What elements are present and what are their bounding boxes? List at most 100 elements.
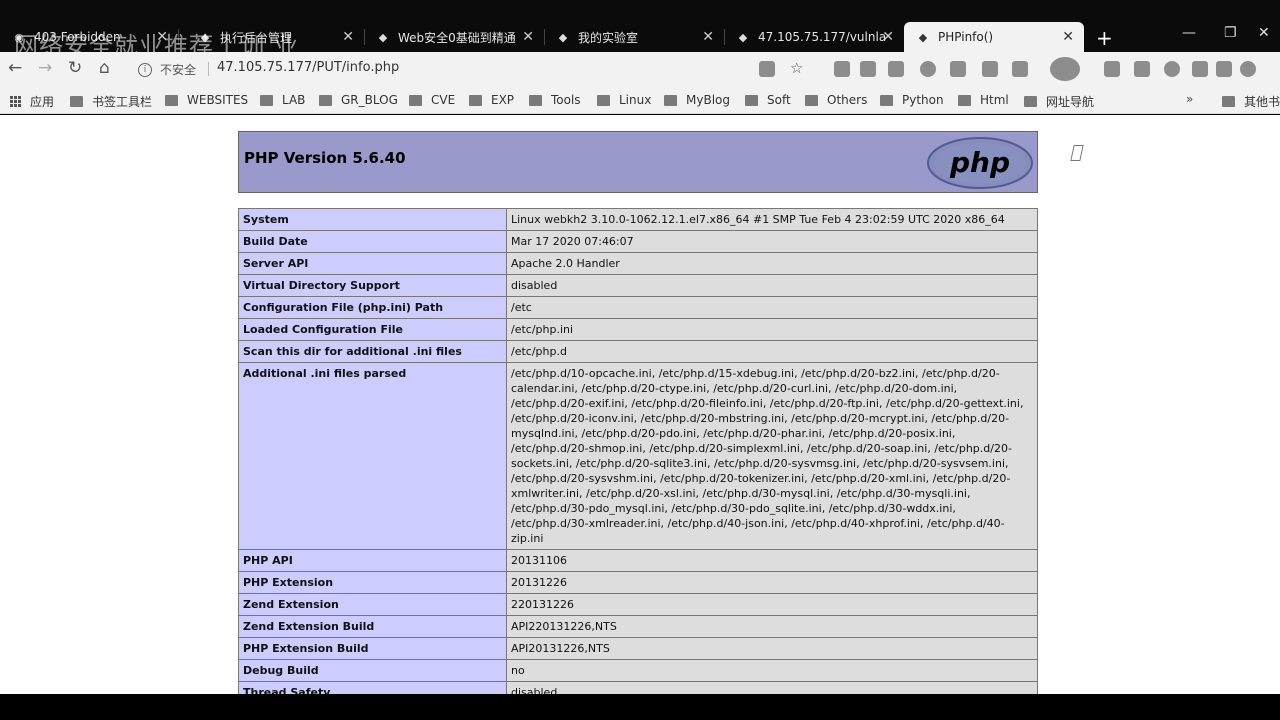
shield-icon: ◆ — [738, 30, 748, 44]
bookmark-label: MyBlog — [686, 93, 730, 107]
folder-icon — [958, 94, 971, 106]
tab-403-forbidden[interactable]: ◉ 403 Forbidden ✕ — [0, 22, 178, 52]
close-icon[interactable]: ✕ — [1062, 29, 1074, 45]
bookmark-folder[interactable]: 网址导航 — [1024, 93, 1094, 110]
table-row: System Linux webkh2 3.10.0-1062.12.1.el7.… — [238, 208, 1038, 231]
bookmark-folder[interactable]: Others — [805, 93, 867, 107]
new-tab-button[interactable]: + — [1096, 26, 1113, 50]
bookmark-folder[interactable]: Tools — [529, 93, 581, 107]
bookmark-label: WEBSITES — [187, 93, 249, 107]
close-icon[interactable]: ✕ — [882, 29, 894, 45]
config-key: Zend Extension — [238, 593, 507, 616]
extension-icon[interactable] — [888, 61, 904, 77]
bookmark-label: 其他书签 — [1244, 95, 1280, 109]
config-key: System — [238, 208, 507, 231]
reload-button[interactable]: ↻ — [68, 58, 82, 78]
table-row: Build Date Mar 17 2020 07:46:07 — [238, 230, 1038, 253]
bookmark-label: 应用 — [30, 95, 55, 109]
tab-title: 我的实验室 — [578, 30, 639, 45]
bookmark-folder[interactable]: Python — [880, 93, 944, 107]
bookmark-apps[interactable]: 应用 — [10, 93, 54, 110]
table-row: Thread Safety disabled — [238, 681, 1038, 694]
extension-icon[interactable] — [1164, 61, 1180, 77]
config-key: Server API — [238, 252, 507, 275]
config-value: /etc/php.ini — [506, 318, 1038, 341]
translate-icon[interactable] — [759, 61, 775, 77]
page-content: PHP Version 5.6.40 php System Linux webkh… — [0, 115, 1280, 694]
config-value: 20131106 — [506, 549, 1038, 572]
config-value: disabled — [506, 681, 1038, 694]
table-row: Virtual Directory Support disabled — [238, 274, 1038, 297]
other-bookmarks[interactable]: 其他书签 — [1222, 93, 1280, 110]
home-button[interactable]: ⌂ — [99, 58, 110, 78]
tab-vulnlab[interactable]: ◆ 47.105.75.177/vulnla ✕ — [724, 22, 904, 52]
extension-icon[interactable] — [1216, 61, 1232, 77]
address-bar[interactable]: 47.105.75.177/PUT/info.php — [217, 60, 399, 75]
extension-icon[interactable] — [1104, 61, 1120, 77]
extension-icon[interactable] — [834, 61, 850, 77]
close-icon[interactable]: ✕ — [702, 29, 714, 45]
config-value: 220131226 — [506, 593, 1038, 616]
extension-icon[interactable] — [1050, 57, 1080, 81]
table-row: Configuration File (php.ini) Path/etc — [238, 296, 1038, 319]
tab-phpinfo[interactable]: ◆ PHPinfo() ✕ — [904, 22, 1084, 52]
mouse-cursor-icon — [1070, 145, 1084, 161]
bookmarks-overflow-button[interactable]: » — [1186, 92, 1193, 106]
minimize-button[interactable]: — — [1182, 25, 1196, 41]
tab-title: 执行后台管理 — [220, 30, 293, 45]
bookmark-folder[interactable]: GR_BLOG — [319, 93, 398, 107]
forward-button[interactable]: → — [38, 58, 52, 78]
config-value: API220131226,NTS — [506, 615, 1038, 638]
bookmark-folder[interactable]: EXP — [469, 93, 514, 107]
extension-icon[interactable] — [1134, 61, 1150, 77]
extension-icon[interactable] — [982, 61, 998, 77]
security-label: 不安全 — [160, 63, 197, 77]
tab-title: 47.105.75.177/vulnla — [758, 30, 887, 44]
extension-icon[interactable] — [1012, 61, 1028, 77]
bookmark-folder[interactable]: LAB — [260, 93, 305, 107]
profile-icon[interactable] — [1240, 61, 1256, 77]
tab-my-lab[interactable]: ◆ 我的实验室 ✕ — [544, 22, 724, 52]
bookmark-folder[interactable]: Html — [958, 93, 1009, 107]
php-version-title: PHP Version 5.6.40 — [244, 149, 406, 167]
bookmarks-bar: 应用 书签工具栏 WEBSITES LAB GR_BLOG CVE EXP To… — [0, 86, 1280, 114]
close-icon[interactable]: ✕ — [522, 29, 534, 45]
php-logo[interactable]: php — [926, 136, 1034, 190]
folder-icon — [70, 96, 83, 107]
bookmark-folder[interactable]: Linux — [597, 93, 651, 107]
bookmark-folder[interactable]: 书签工具栏 — [70, 93, 152, 110]
phpinfo-table: System Linux webkh2 3.10.0-1062.12.1.el7.… — [238, 208, 1038, 694]
bookmark-star-icon[interactable]: ☆ — [790, 59, 806, 77]
bookmark-label: Linux — [619, 93, 652, 107]
extension-icon[interactable] — [950, 61, 966, 77]
tab-web-security[interactable]: ◆ Web安全0基础到精通 ✕ — [364, 22, 544, 52]
bookmark-folder[interactable]: CVE — [409, 93, 455, 107]
tab-strip: ◉ 403 Forbidden ✕ ◆ 执行后台管理 ✕ ◆ Web安全0基础到… — [0, 0, 1280, 60]
folder-icon — [1222, 96, 1235, 107]
config-value: disabled — [506, 274, 1038, 297]
extension-icon[interactable] — [860, 61, 876, 77]
folder-icon — [469, 94, 482, 106]
window-close-button[interactable]: ✕ — [1258, 25, 1270, 41]
config-value: /etc/php.d — [506, 340, 1038, 363]
tab-admin[interactable]: ◆ 执行后台管理 ✕ — [186, 22, 364, 52]
bookmark-folder[interactable]: WEBSITES — [165, 93, 248, 107]
maximize-button[interactable]: ❐ — [1224, 25, 1237, 41]
close-icon[interactable]: ✕ — [156, 29, 168, 45]
bookmark-label: LAB — [282, 93, 306, 107]
table-row: PHP Extension 20131226 — [238, 571, 1038, 594]
config-key: Scan this dir for additional .ini files — [238, 340, 507, 363]
folder-icon — [664, 94, 677, 106]
bookmark-folder[interactable]: MyBlog — [664, 93, 730, 107]
bookmark-label: Tools — [551, 93, 581, 107]
browser-toolbar: ← → ↻ ⌂ i 不安全 47.105.75.177/PUT/info.php… — [0, 52, 1280, 86]
config-value: Apache 2.0 Handler — [506, 252, 1038, 275]
extension-icon[interactable] — [1192, 61, 1208, 77]
back-button[interactable]: ← — [8, 58, 22, 78]
bookmark-folder[interactable]: Soft — [745, 93, 791, 107]
security-indicator[interactable]: i 不安全 — [138, 61, 196, 78]
close-icon[interactable]: ✕ — [342, 29, 354, 45]
config-key: PHP API — [238, 549, 507, 572]
extension-icon[interactable] — [920, 61, 936, 77]
info-icon: i — [138, 62, 152, 77]
